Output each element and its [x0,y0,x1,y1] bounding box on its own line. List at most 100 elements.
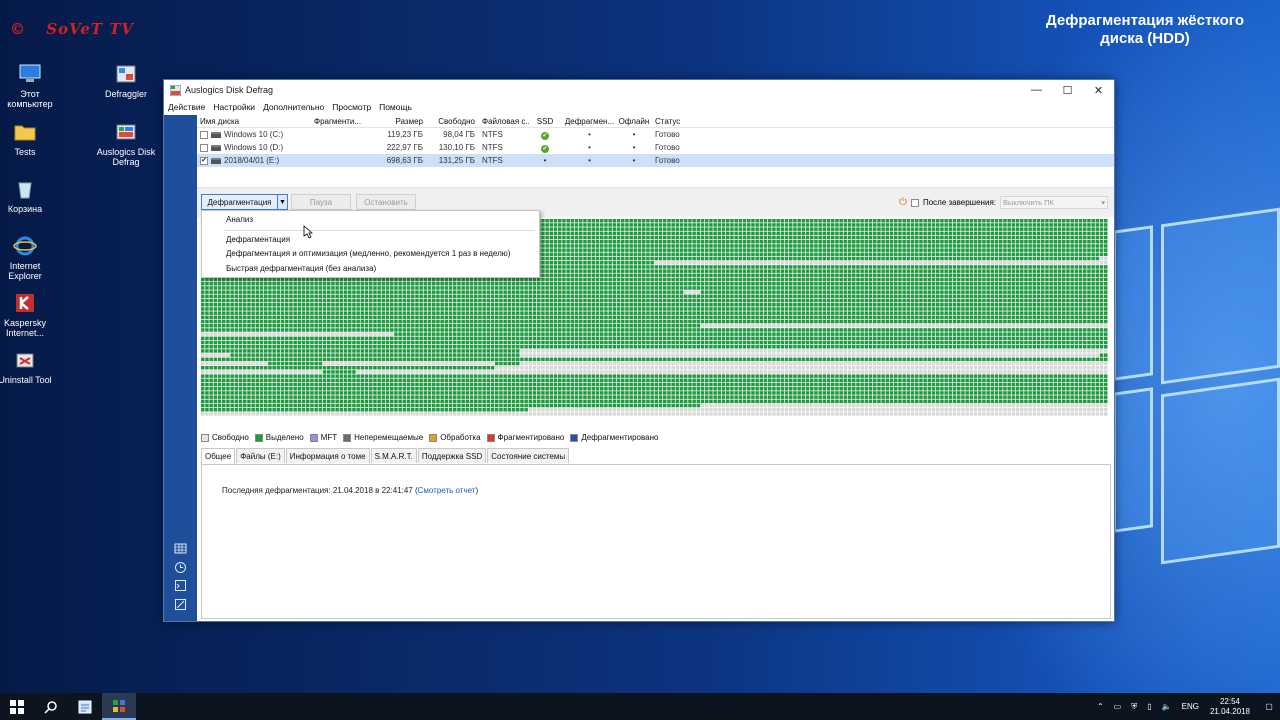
search-button[interactable] [34,693,68,720]
recycle-bin-icon [18,182,32,199]
legend-label: Выделено [265,433,304,442]
mouse-cursor-icon [303,225,313,239]
defraggler-icon [116,65,136,83]
channel-brand: © SoVeT TV [10,20,134,38]
menu-item-analyze[interactable]: Анализ [226,215,253,224]
last-defrag-text: Последняя дефрагментация: 21.04.2018 в 2… [222,486,418,495]
column-filesystem[interactable]: Файловая с... [477,117,529,126]
minimize-button[interactable]: — [1021,80,1052,100]
legend-free: Свободно [201,433,249,442]
action-center-button[interactable]: ▢ [1258,693,1280,720]
column-ssd[interactable]: SSD [529,117,561,126]
drive-checkbox[interactable] [200,143,208,152]
menu-view[interactable]: Просмотр [332,102,371,112]
menu-item-defrag[interactable]: Дефрагментация [226,235,290,244]
close-button[interactable]: ✕ [1083,80,1114,100]
column-size[interactable]: Размер [370,117,425,126]
desktop-icon-auslogics[interactable]: Auslogics Disk Defrag [96,121,156,167]
after-completion-checkbox[interactable] [910,198,919,207]
drive-name: Windows 10 (C:) [224,130,284,139]
tab-system-state[interactable]: Состояние системы [487,448,570,463]
legend-label: Обработка [440,433,481,442]
legend-label: MFT [320,433,338,442]
title-bar[interactable]: Auslogics Disk Defrag — ☐ ✕ [164,80,1114,100]
menu-help[interactable]: Помощь [379,102,412,112]
tab-ssd-support[interactable]: Поддержка SSD [417,448,487,463]
scheduler-clock-icon[interactable] [174,561,187,574]
desktop-icon-label: Uninstall Tool [0,375,52,385]
auslogics-taskbar-icon [113,699,125,712]
legend-label: Фрагментировано [497,433,565,442]
tab-files[interactable]: Файлы (E:) [236,448,285,463]
desktop-icon-tests[interactable]: Tests [0,121,55,157]
desktop-icon-label: Этот компьютер [7,89,53,109]
after-completion-select[interactable]: Выключить ПК ▾ [1000,196,1108,209]
tab-smart[interactable]: S.M.A.R.T. [370,448,417,463]
column-defrag[interactable]: Дефрагмен... [561,117,618,126]
desktop-icon-internet-explorer[interactable]: Internet Explorer [0,235,55,281]
uninstall-tool-icon [16,353,34,368]
drive-filesystem: NTFS [482,156,503,165]
desktop-icon-kaspersky[interactable]: Kaspersky Internet... [0,292,55,338]
legend-label: Дефрагментировано [581,433,659,442]
tools-icon[interactable] [174,598,187,611]
drive-filesystem: NTFS [482,130,503,139]
desktop-icon-label: Kaspersky Internet... [3,318,47,338]
defrag-button[interactable]: Дефрагментация [201,194,278,210]
legend-defragmented: Дефрагментировано [570,433,658,442]
battery-icon[interactable]: ▯ [1147,702,1151,711]
stop-button[interactable]: Остановить [356,194,416,210]
menu-settings[interactable]: Настройки [213,102,255,112]
desktop-icon-recycle-bin[interactable]: Корзина [0,178,55,214]
drive-name: Windows 10 (D:) [224,143,284,152]
side-toolbar [164,115,197,621]
menu-advanced[interactable]: Дополнительно [263,102,324,112]
chevron-down-icon: ▼ [279,198,286,206]
drive-checkbox-checked[interactable]: ✔ [200,156,208,165]
drive-row-e[interactable]: ✔ 2018/04/01 (E:) 698,63 ГБ 131,25 ГБ NTF… [197,154,1114,167]
pause-button[interactable]: Пауза [291,194,351,210]
column-free[interactable]: Свободно [425,117,477,126]
cluster-map-icon[interactable] [174,542,187,555]
network-icon[interactable]: ▭ [1114,702,1122,711]
clock[interactable]: 22:54 21.04.2018 [1210,697,1250,717]
report-icon[interactable] [174,579,187,592]
after-completion-value: Выключить ПК [1003,198,1054,207]
desktop-icon-label: Auslogics Disk Defrag [96,147,156,167]
volume-icon[interactable]: 🔈 [1162,702,1172,711]
drive-row-c[interactable]: Windows 10 (C:) 119,23 ГБ 98,04 ГБ NTFS … [197,128,1114,141]
drive-offline: • [632,130,636,139]
column-fragmentation[interactable]: Фрагменти... [314,117,370,126]
menu-item-quick-defrag[interactable]: Быстрая дефрагментация (без анализа) [226,264,376,273]
drive-name: 2018/04/01 (E:) [224,156,280,165]
legend-swatch [486,433,495,442]
tab-general[interactable]: Общее [201,448,236,464]
clock-time: 22:54 [1219,696,1240,706]
desktop-icon-uninstall-tool[interactable]: Uninstall Tool [0,349,55,385]
taskbar-app-auslogics[interactable] [102,693,136,720]
desktop-icon-defraggler[interactable]: Defraggler [96,63,156,99]
legend-swatch [570,433,579,442]
taskbar-app-notepad[interactable] [68,693,102,720]
column-drive-name[interactable]: Имя диска [197,117,314,126]
desktop-icon-this-pc[interactable]: Этот компьютер [0,63,60,109]
security-icon[interactable]: ⛨ [1131,702,1137,712]
after-completion: ⏻ После завершения: Выключить ПК ▾ [899,196,1108,209]
defrag-dropdown-arrow[interactable]: ▼ [277,194,288,210]
column-offline[interactable]: Офлайн [618,117,650,126]
tab-volume-info[interactable]: Информация о томе [285,448,370,463]
folder-icon [14,125,36,141]
drive-checkbox[interactable] [200,130,208,139]
column-status[interactable]: Статус [650,117,710,126]
general-panel: Последняя дефрагментация: 21.04.2018 в 2… [201,464,1111,619]
maximize-button[interactable]: ☐ [1052,80,1083,100]
menu-item-defrag-optimize[interactable]: Дефрагментация и оптимизация (медленно, … [226,249,510,258]
drive-defrag: • [588,143,591,152]
cluster-legend: Свободно Выделено MFT Неперемещаемые Обр… [201,433,664,442]
start-button[interactable] [0,693,34,720]
input-language[interactable]: ENG [1182,702,1199,711]
menu-action[interactable]: Действие [168,102,205,112]
show-hidden-icons-chevron-up-icon[interactable]: ⌃ [1097,702,1104,711]
view-report-link[interactable]: Смотреть отчет [418,486,476,495]
drive-row-d[interactable]: Windows 10 (D:) 222,97 ГБ 130,10 ГБ NTFS… [197,141,1114,154]
